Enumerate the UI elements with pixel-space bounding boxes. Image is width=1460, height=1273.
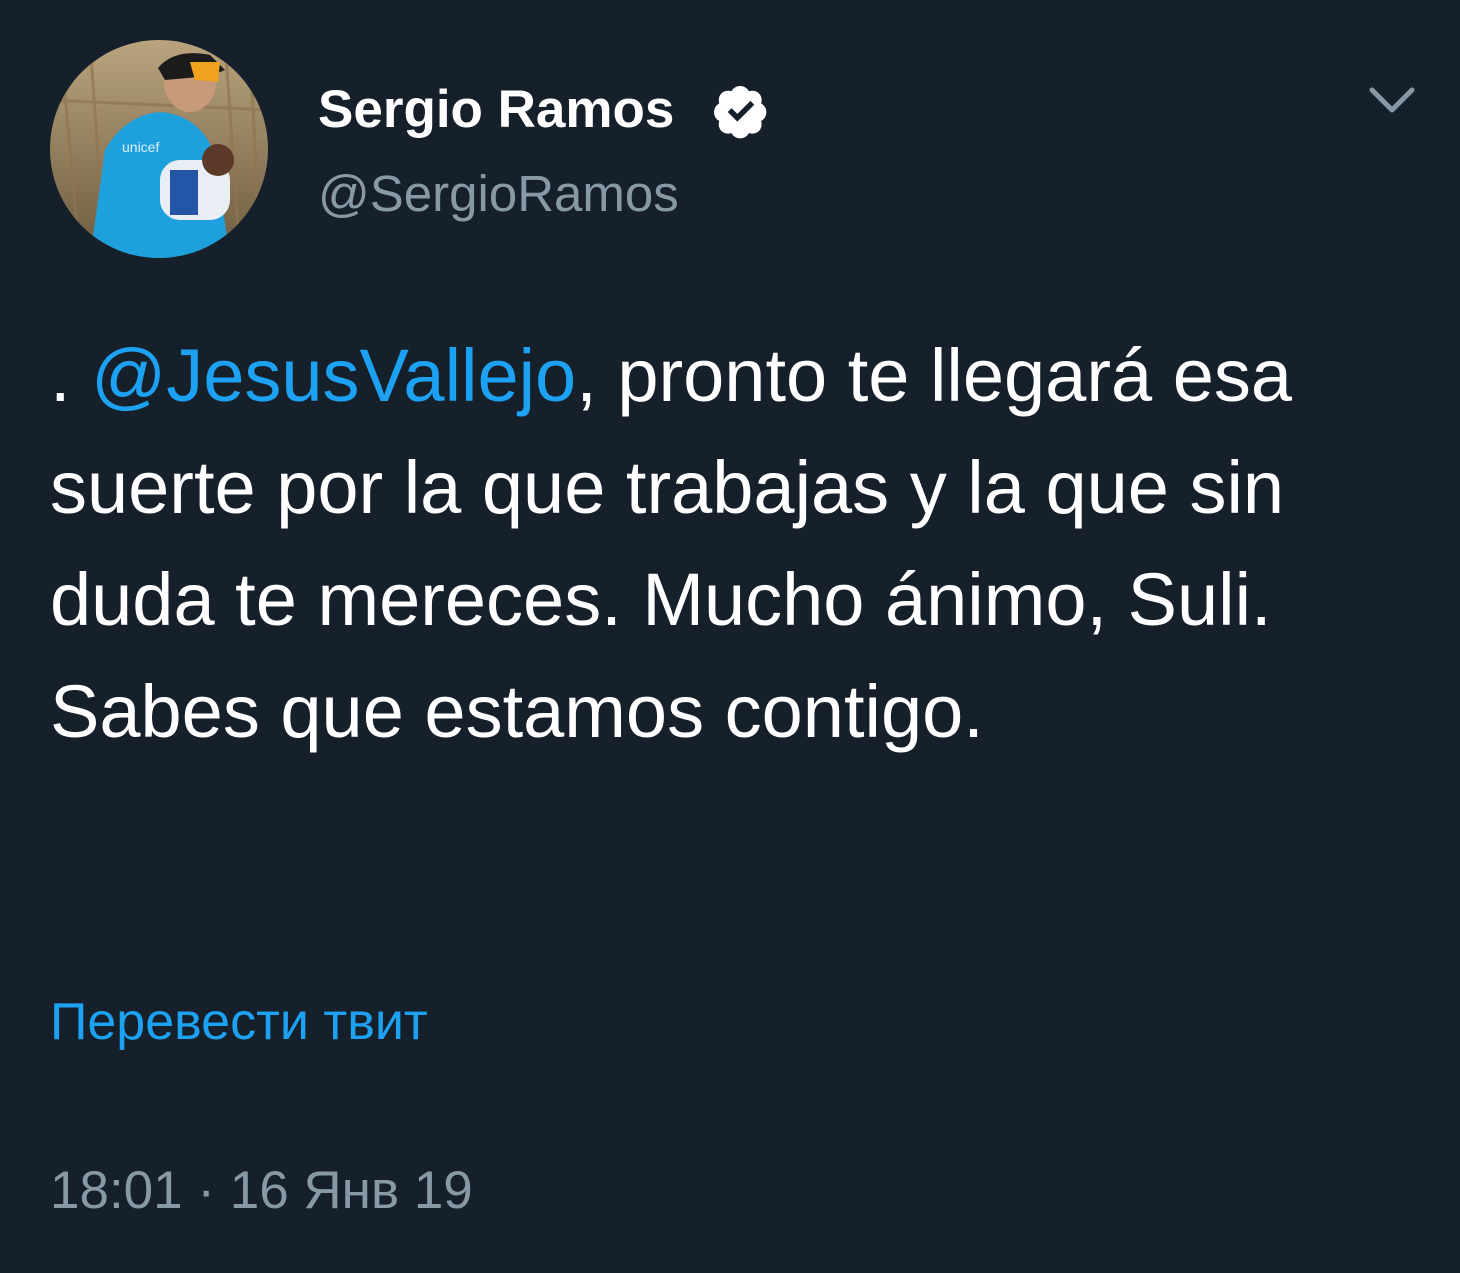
chevron-down-icon[interactable] bbox=[1366, 82, 1418, 118]
mention-link[interactable]: @JesusVallejo bbox=[91, 334, 576, 417]
verified-badge-icon bbox=[714, 86, 767, 139]
tweet-timestamp[interactable]: 18:01 · 16 Янв 19 bbox=[50, 1158, 473, 1224]
translate-tweet-link[interactable]: Перевести твит bbox=[50, 990, 428, 1054]
author-handle[interactable]: @SergioRamos bbox=[318, 162, 679, 226]
svg-text:unicef: unicef bbox=[122, 139, 159, 155]
tweet-text: . @JesusVallejo, pronto te llegará esa s… bbox=[50, 320, 1410, 768]
avatar[interactable]: unicef bbox=[50, 40, 268, 258]
author-display-name[interactable]: Sergio Ramos bbox=[318, 78, 674, 142]
tweet-prefix: . bbox=[50, 334, 92, 417]
